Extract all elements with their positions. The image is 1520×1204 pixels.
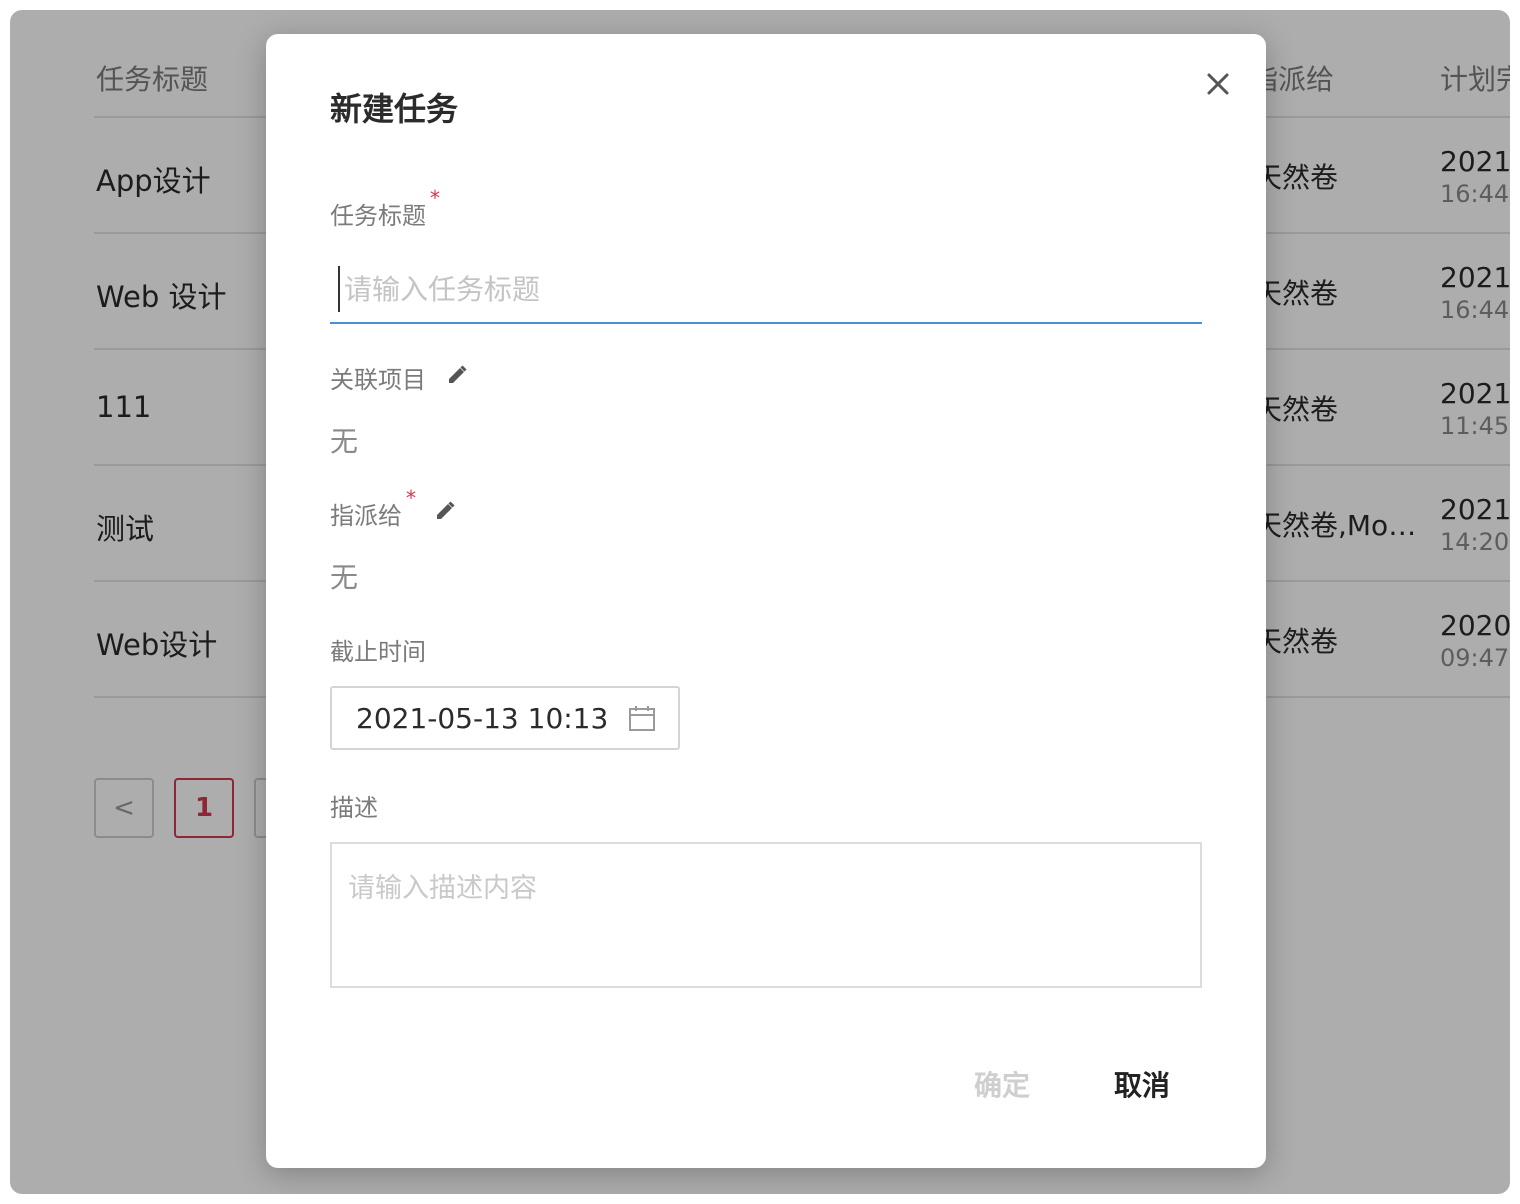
edit-project-button[interactable] <box>446 364 468 386</box>
new-task-dialog: 新建任务 任务标题* 关联项目 无 指派给* <box>266 34 1266 1168</box>
description-input[interactable] <box>330 842 1202 988</box>
pencil-icon <box>437 501 455 519</box>
task-title-field <box>330 258 1206 324</box>
assignee-label-text: 指派给 <box>330 502 402 530</box>
close-button[interactable] <box>1202 68 1234 100</box>
confirm-button[interactable]: 确定 <box>974 1064 1030 1104</box>
close-icon <box>1207 73 1229 95</box>
required-mark: * <box>406 486 416 510</box>
deadline-value: 2021-05-13 10:13 <box>356 702 609 735</box>
app-window: 任务标题 指派给 计划完 App设计 天然卷 2021 16:44 Web 设计… <box>10 10 1510 1194</box>
assignee-value: 无 <box>330 561 359 594</box>
edit-assignee-button[interactable] <box>434 500 456 522</box>
pencil-icon <box>449 365 467 383</box>
dialog-title: 新建任务 <box>330 90 459 128</box>
task-title-label: 任务标题* <box>330 186 440 231</box>
task-title-label-text: 任务标题 <box>330 202 426 230</box>
deadline-label: 截止时间 <box>330 638 426 666</box>
assignee-label: 指派给* <box>330 486 416 531</box>
description-label: 描述 <box>330 794 378 822</box>
cancel-button[interactable]: 取消 <box>1114 1064 1170 1104</box>
project-value: 无 <box>330 425 359 458</box>
required-mark: * <box>430 186 440 210</box>
project-label: 关联项目 <box>330 366 426 394</box>
calendar-icon <box>629 706 655 731</box>
task-title-input[interactable] <box>338 266 1206 312</box>
deadline-picker[interactable]: 2021-05-13 10:13 <box>330 686 680 750</box>
